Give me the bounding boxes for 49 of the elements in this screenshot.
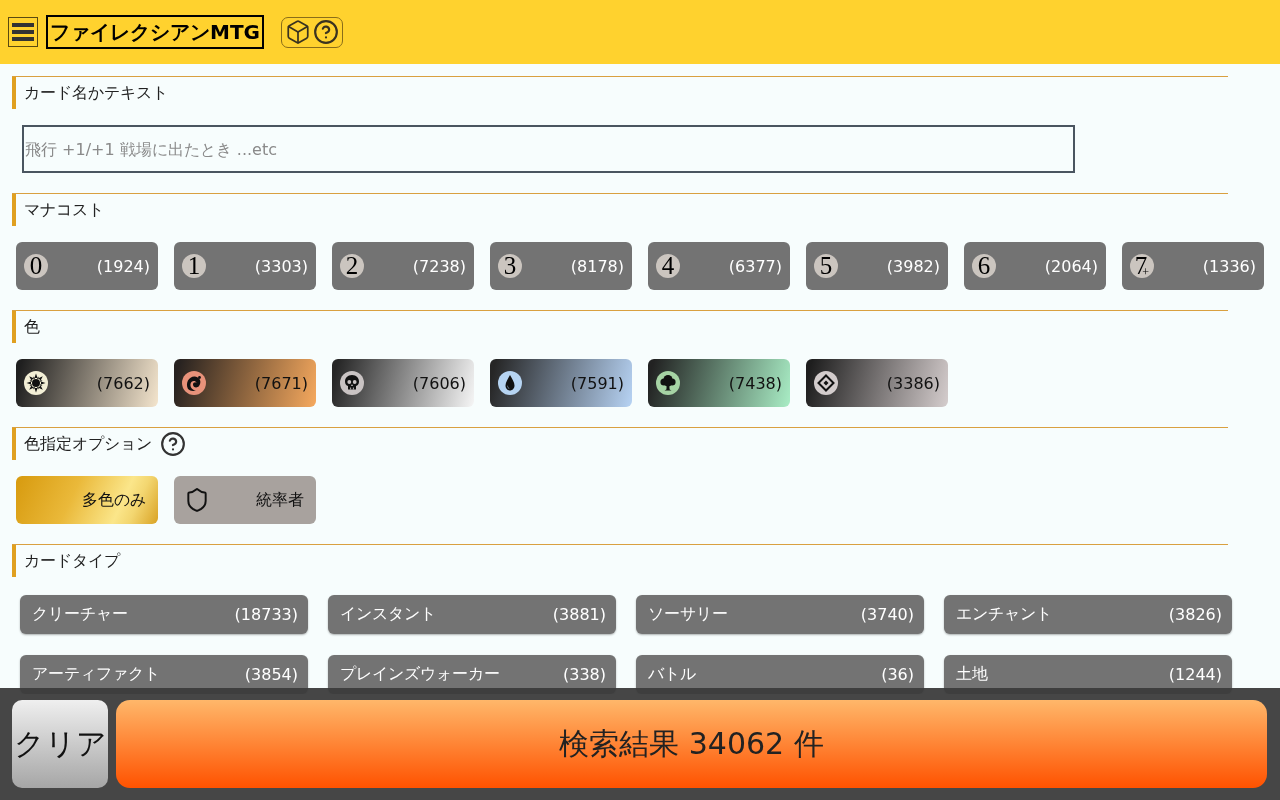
color-filter-button[interactable]: (7591) xyxy=(490,359,632,407)
tree-icon xyxy=(656,371,680,395)
mana-cost-button[interactable]: 3 (8178) xyxy=(490,242,632,290)
mana-symbol: 5 xyxy=(814,254,838,278)
search-results-button[interactable]: 検索結果 34062 件 xyxy=(116,700,1267,788)
mana-cost-button[interactable]: 2 (7238) xyxy=(332,242,474,290)
color-filter-button[interactable]: (7662) xyxy=(16,359,158,407)
section-heading: 色 xyxy=(24,316,40,338)
drop-icon xyxy=(498,371,522,395)
mana-symbol: 0 xyxy=(24,254,48,278)
color-filter-button[interactable]: (3386) xyxy=(806,359,948,407)
section-heading: マナコスト xyxy=(24,199,104,221)
clear-button[interactable]: クリア xyxy=(12,700,108,788)
skull-icon xyxy=(340,371,364,395)
option-button[interactable]: 多色のみ xyxy=(16,476,158,524)
diamond-icon xyxy=(814,371,838,395)
mana-cost-button[interactable]: 4 (6377) xyxy=(648,242,790,290)
section-heading: カード名かテキスト xyxy=(24,82,168,104)
color-filter-button[interactable]: (7606) xyxy=(332,359,474,407)
card-type-button[interactable]: エンチャント (3826) xyxy=(944,595,1232,634)
mana-symbol: 6 xyxy=(972,254,996,278)
mana-cost-button[interactable]: 6 (2064) xyxy=(964,242,1106,290)
mana-symbol: 4 xyxy=(656,254,680,278)
card-type-button[interactable]: クリーチャー (18733) xyxy=(20,595,308,634)
menu-button[interactable] xyxy=(8,17,38,47)
search-field[interactable]: 飛行 +1/+1 戦場に出たとき ...etc xyxy=(22,125,1075,173)
help-icon[interactable] xyxy=(160,431,186,457)
app-title[interactable]: ファイレクシアンMTG xyxy=(46,15,264,49)
mana-cost-button[interactable]: 0 (1924) xyxy=(16,242,158,290)
color-filter-button[interactable]: (7671) xyxy=(174,359,316,407)
help-icon[interactable] xyxy=(312,19,339,45)
sun-icon xyxy=(24,371,48,395)
section-heading: 色指定オプション xyxy=(24,433,152,455)
option-button[interactable]: 統率者 xyxy=(174,476,316,524)
color-filter-button[interactable]: (7438) xyxy=(648,359,790,407)
cube-icon[interactable] xyxy=(284,19,311,45)
swirl-icon xyxy=(182,371,206,395)
menu-icon xyxy=(12,22,34,42)
card-type-button[interactable]: ソーサリー (3740) xyxy=(636,595,924,634)
mana-cost-button[interactable]: 1 (3303) xyxy=(174,242,316,290)
mana-cost-button[interactable]: 5 (3982) xyxy=(806,242,948,290)
mana-cost-button[interactable]: 7$_{+}$ (1336) xyxy=(1122,242,1264,290)
mana-symbol: 3 xyxy=(498,254,522,278)
section-heading: カードタイプ xyxy=(24,550,120,572)
mana-symbol: 1 xyxy=(182,254,206,278)
shield-icon xyxy=(184,487,210,513)
card-type-button[interactable]: インスタント (3881) xyxy=(328,595,616,634)
mana-symbol: 2 xyxy=(340,254,364,278)
mana-symbol: 7$_{+}$ xyxy=(1130,254,1154,278)
